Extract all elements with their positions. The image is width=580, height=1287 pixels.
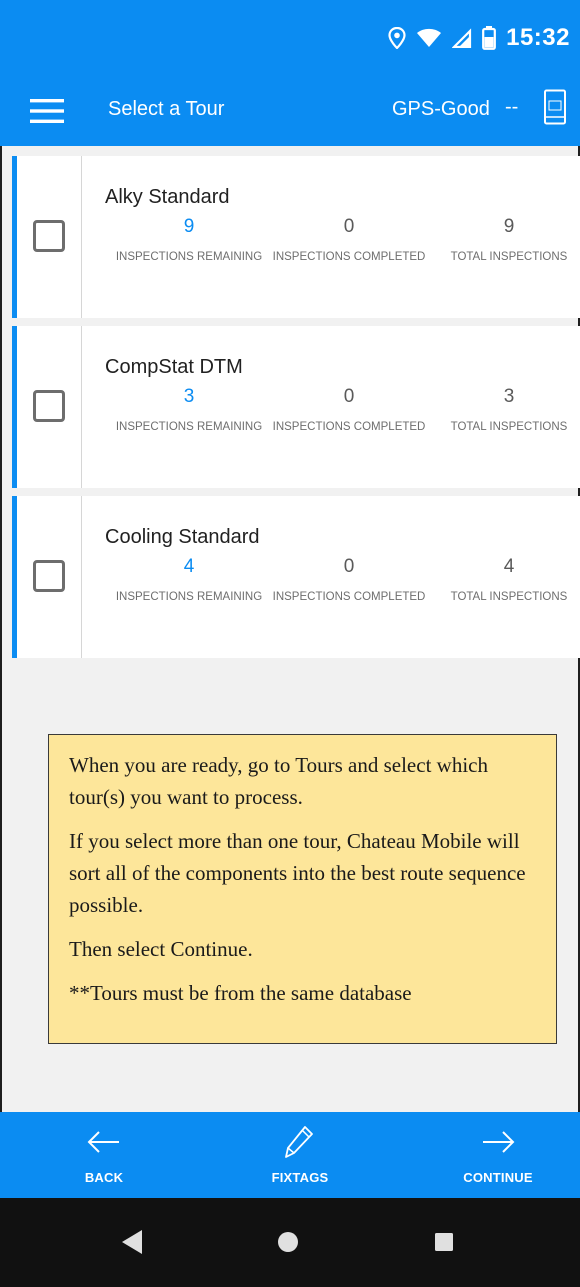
stat-total: 4 TOTAL INSPECTIONS xyxy=(429,556,580,604)
tour-name: Alky Standard xyxy=(105,186,230,208)
stat-remaining-value: 3 xyxy=(183,386,195,407)
gps-status: GPS-Good xyxy=(392,98,490,120)
stat-remaining: 4 INSPECTIONS REMAINING xyxy=(109,556,269,604)
card-divider xyxy=(81,326,82,488)
pencil-icon xyxy=(285,1126,313,1158)
stat-remaining-value: 9 xyxy=(183,216,195,237)
stat-remaining-label: INSPECTIONS REMAINING xyxy=(115,251,263,263)
stat-completed-label: INSPECTIONS COMPLETED xyxy=(272,591,426,603)
help-note-text: Then select Continue. xyxy=(69,937,253,961)
signal-icon xyxy=(452,28,472,48)
hamburger-menu-icon[interactable] xyxy=(30,97,64,125)
tour-card[interactable]: CompStat DTM 3 INSPECTIONS REMAINING 0 I… xyxy=(12,326,580,488)
stat-completed-value: 0 xyxy=(343,386,355,407)
tour-card[interactable]: Cooling Standard 4 INSPECTIONS REMAINING… xyxy=(12,496,580,658)
wifi-icon xyxy=(417,28,442,47)
tour-name: CompStat DTM xyxy=(105,356,243,378)
nav-back-icon[interactable] xyxy=(115,1225,149,1259)
bottom-action-bar: BACK FIXTAGS CONTINUE xyxy=(0,1112,580,1198)
continue-label: CONTINUE xyxy=(463,1170,533,1185)
stat-completed: 0 INSPECTIONS COMPLETED xyxy=(269,216,429,264)
stat-total-label: TOTAL INSPECTIONS xyxy=(450,591,568,603)
tour-checkbox[interactable] xyxy=(33,390,65,422)
help-note-text: If you select more than one tour, Chatea… xyxy=(69,829,526,917)
fixtags-button[interactable]: FIXTAGS xyxy=(230,1112,370,1198)
status-icons: 15:32 xyxy=(388,22,570,54)
stat-total-label: TOTAL INSPECTIONS xyxy=(450,421,568,433)
battery-icon xyxy=(482,26,497,50)
nav-home-icon[interactable] xyxy=(271,1225,305,1259)
back-button[interactable]: BACK xyxy=(34,1112,174,1198)
page-title: Select a Tour xyxy=(108,98,225,120)
stat-completed: 0 INSPECTIONS COMPLETED xyxy=(269,556,429,604)
help-note: When you are ready, go to Tours and sele… xyxy=(48,734,557,1044)
arrow-right-icon xyxy=(483,1131,515,1153)
stat-remaining-label: INSPECTIONS REMAINING xyxy=(115,421,263,433)
stat-remaining: 3 INSPECTIONS REMAINING xyxy=(109,386,269,434)
fixtags-label: FIXTAGS xyxy=(271,1170,329,1185)
nav-recents-icon[interactable] xyxy=(427,1225,461,1259)
back-label: BACK xyxy=(84,1170,124,1185)
tour-checkbox[interactable] xyxy=(33,220,65,252)
stat-remaining-value: 4 xyxy=(183,556,195,577)
stat-completed-label: INSPECTIONS COMPLETED xyxy=(272,421,426,433)
app-bar: Select a Tour GPS-Good -- xyxy=(0,76,580,146)
tour-checkbox[interactable] xyxy=(33,560,65,592)
stat-completed-label: INSPECTIONS COMPLETED xyxy=(272,251,426,263)
stat-remaining: 9 INSPECTIONS REMAINING xyxy=(109,216,269,264)
stat-total-value: 3 xyxy=(503,386,515,407)
device-icon[interactable] xyxy=(543,89,567,125)
location-icon xyxy=(388,27,406,49)
status-bar: 15:32 xyxy=(0,0,580,76)
card-divider xyxy=(81,496,82,658)
stat-remaining-label: INSPECTIONS REMAINING xyxy=(115,591,263,603)
card-divider xyxy=(81,156,82,318)
stat-total: 9 TOTAL INSPECTIONS xyxy=(429,216,580,264)
help-note-text: When you are ready, go to Tours and sele… xyxy=(69,753,488,809)
tour-card[interactable]: Alky Standard 9 INSPECTIONS REMAINING 0 … xyxy=(12,156,580,318)
stat-total-value: 9 xyxy=(503,216,515,237)
status-time: 15:32 xyxy=(506,24,570,51)
arrow-left-icon xyxy=(87,1131,119,1153)
stat-total: 3 TOTAL INSPECTIONS xyxy=(429,386,580,434)
system-nav-bar xyxy=(0,1198,580,1287)
stat-completed-value: 0 xyxy=(343,556,355,577)
stat-completed-value: 0 xyxy=(343,216,355,237)
continue-button[interactable]: CONTINUE xyxy=(428,1112,568,1198)
stat-total-value: 4 xyxy=(503,556,515,577)
stat-total-label: TOTAL INSPECTIONS xyxy=(450,251,568,263)
tour-name: Cooling Standard xyxy=(105,526,260,548)
stat-completed: 0 INSPECTIONS COMPLETED xyxy=(269,386,429,434)
gps-separator: -- xyxy=(505,96,519,118)
help-note-text: **Tours must be from the same database xyxy=(69,981,412,1005)
